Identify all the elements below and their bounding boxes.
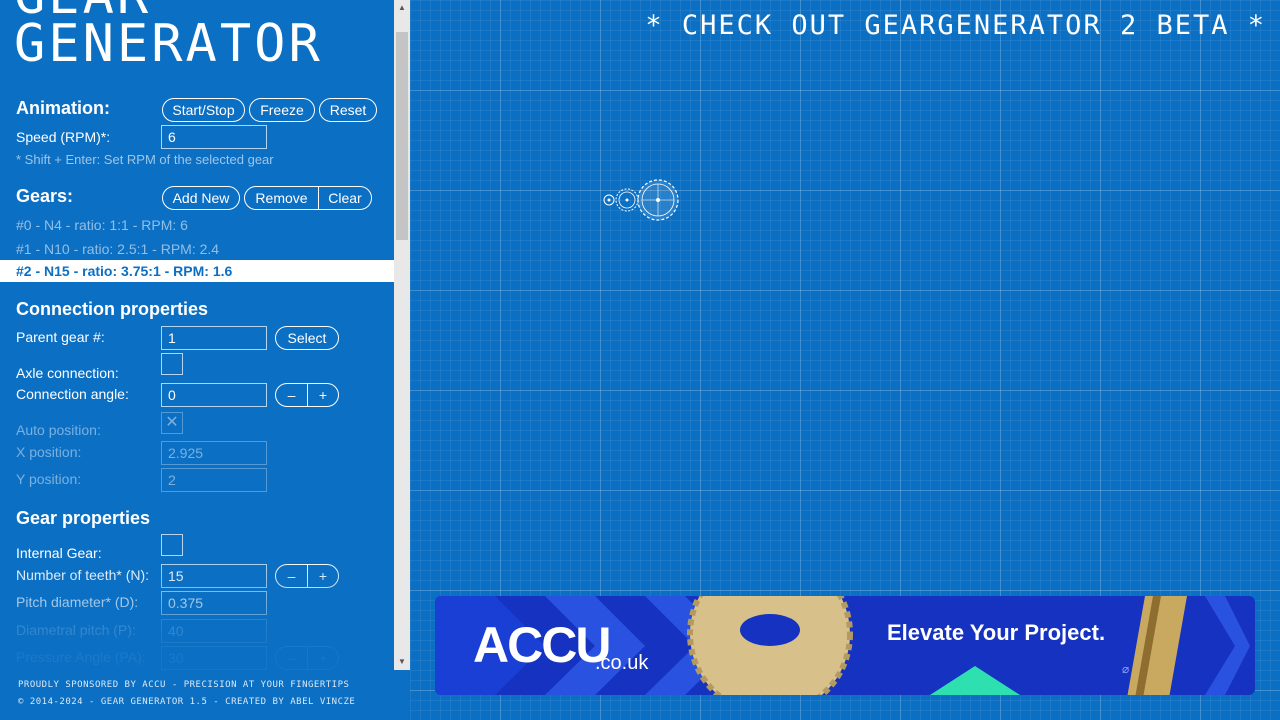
pitch-diameter-label: Pitch diameter* (D): xyxy=(16,594,139,610)
gear-train-drawing[interactable] xyxy=(600,175,690,230)
freeze-button[interactable]: Freeze xyxy=(249,98,315,122)
shift-enter-note: * Shift + Enter: Set RPM of the selected… xyxy=(16,152,274,167)
connection-angle-input[interactable] xyxy=(161,383,267,407)
gear-0[interactable] xyxy=(603,194,615,206)
teeth-decrement-button[interactable]: – xyxy=(276,565,307,587)
gear-list-item-selected[interactable]: #2 - N15 - ratio: 3.75:1 - RPM: 1.6 xyxy=(0,260,394,282)
scrollbar-thumb[interactable] xyxy=(396,32,408,240)
sidebar-scrollbar[interactable]: ▲ ▼ xyxy=(394,0,410,670)
gear-properties-title: Gear properties xyxy=(16,508,151,528)
diametral-pitch-input[interactable] xyxy=(161,619,267,643)
pressure-angle-input[interactable] xyxy=(161,646,267,670)
remove-gear-button[interactable]: Remove xyxy=(245,187,318,209)
x-position-input[interactable] xyxy=(161,441,267,465)
speed-input[interactable] xyxy=(161,125,267,149)
speed-label: Speed (RPM)*: xyxy=(16,129,111,145)
start-stop-button[interactable]: Start/Stop xyxy=(162,98,245,122)
sidebar-panel: GEAR GENERATOR Animation: Start/Stop Fre… xyxy=(0,0,410,720)
y-position-label: Y position: xyxy=(16,471,82,487)
connection-properties-title: Connection properties xyxy=(16,299,209,319)
select-parent-button[interactable]: Select xyxy=(275,326,339,350)
down-arrow-icon[interactable]: ▼ xyxy=(394,654,410,670)
angle-stepper: – + xyxy=(275,383,339,407)
internal-gear-checkbox[interactable] xyxy=(161,534,183,556)
pressure-increment-button[interactable]: + xyxy=(307,647,338,669)
geargenerator-2-beta-link[interactable]: * CHECK OUT GEARGENERATOR 2 BETA * xyxy=(645,10,1266,41)
logo-line-2: GENERATOR xyxy=(14,14,323,74)
pressure-decrement-button[interactable]: – xyxy=(276,647,307,669)
ad-tagline: Elevate Your Project. xyxy=(887,620,1106,645)
teeth-count-label: Number of teeth* (N): xyxy=(16,567,150,583)
sponsor-footer: PROUDLY SPONSORED BY ACCU - PRECISION AT… xyxy=(18,680,350,690)
gear-1[interactable] xyxy=(615,188,639,212)
parent-gear-label: Parent gear #: xyxy=(16,329,105,345)
angle-decrement-button[interactable]: – xyxy=(276,384,307,406)
internal-gear-label: Internal Gear: xyxy=(16,545,102,561)
pitch-diameter-input[interactable] xyxy=(161,591,267,615)
adchoices-icon[interactable]: ⌀ xyxy=(1122,662,1129,676)
sidebar-scroll-area[interactable]: GEAR GENERATOR Animation: Start/Stop Fre… xyxy=(0,0,394,670)
ad-brand-logo: ACCU xyxy=(473,617,611,673)
clear-gears-button[interactable]: Clear xyxy=(318,187,371,209)
gear-list-item[interactable]: #1 - N10 - ratio: 2.5:1 - RPM: 2.4 xyxy=(0,238,394,260)
axle-connection-checkbox[interactable] xyxy=(161,353,183,375)
angle-increment-button[interactable]: + xyxy=(307,384,338,406)
animation-title: Animation: xyxy=(16,98,110,118)
up-arrow-icon[interactable]: ▲ xyxy=(394,0,410,16)
auto-position-checkbox[interactable]: ✕ xyxy=(161,412,183,434)
teeth-count-input[interactable] xyxy=(161,564,267,588)
gears-title: Gears: xyxy=(16,186,74,206)
connection-angle-label: Connection angle: xyxy=(16,386,129,402)
copyright-footer: © 2014-2024 - GEAR GENERATOR 1.5 - CREAT… xyxy=(18,697,356,707)
gear-canvas[interactable]: * CHECK OUT GEARGENERATOR 2 BETA * ACCU … xyxy=(410,0,1280,720)
add-new-gear-button[interactable]: Add New xyxy=(162,186,240,210)
gear-2-selected[interactable] xyxy=(637,179,679,221)
gear-rack-image-icon xyxy=(1127,596,1187,695)
y-position-input[interactable] xyxy=(161,468,267,492)
pressure-angle-stepper: – + xyxy=(275,646,339,670)
pressure-angle-label: Pressure Angle (PA): xyxy=(16,649,146,665)
gear-image-icon xyxy=(687,596,853,695)
accu-advertisement[interactable]: ACCU .co.uk Elevate Your Project. ⌀ xyxy=(435,596,1255,695)
remove-clear-group: Remove Clear xyxy=(244,186,372,210)
parent-gear-input[interactable] xyxy=(161,326,267,350)
diametral-pitch-label: Diametral pitch (P): xyxy=(16,622,136,638)
x-position-label: X position: xyxy=(16,444,82,460)
axle-connection-label: Axle connection: xyxy=(16,365,119,381)
auto-position-label: Auto position: xyxy=(16,422,101,438)
reset-button[interactable]: Reset xyxy=(319,98,377,122)
teeth-stepper: – + xyxy=(275,564,339,588)
teeth-increment-button[interactable]: + xyxy=(307,565,338,587)
ad-brand-domain: .co.uk xyxy=(595,652,649,674)
gear-list-item[interactable]: #0 - N4 - ratio: 1:1 - RPM: 6 xyxy=(0,214,394,236)
